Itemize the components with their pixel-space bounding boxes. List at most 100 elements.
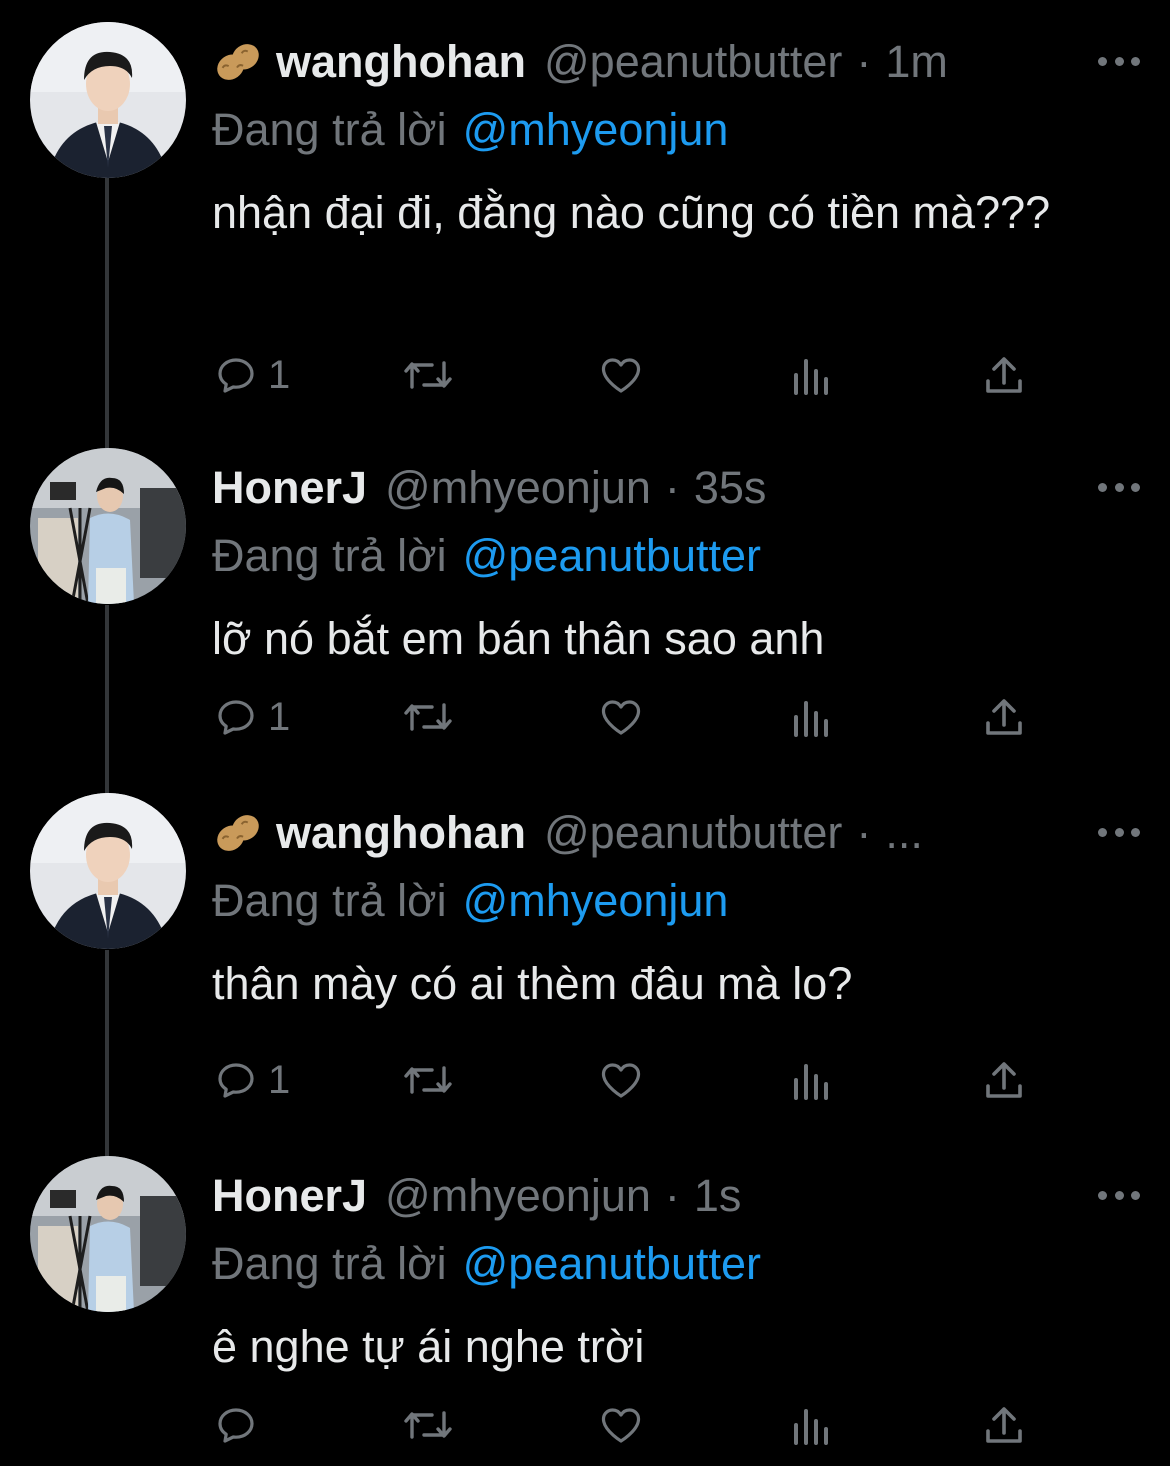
views-icon [794, 701, 828, 737]
user-handle[interactable]: @mhyeonjun [385, 458, 651, 518]
avatar[interactable] [30, 448, 186, 604]
reply-icon [218, 700, 254, 735]
reply-count: 1 [268, 694, 291, 739]
retweet-button[interactable] [400, 1400, 456, 1450]
share-icon [986, 699, 1022, 735]
reply-count: 1 [268, 1057, 291, 1102]
heart-icon [601, 700, 641, 735]
tweet-header: HonerJ @mhyeonjun · 1s [212, 1166, 1070, 1226]
reply-icon [218, 358, 254, 393]
replying-label: Đang trả lời [212, 1238, 447, 1289]
share-icon [986, 357, 1022, 393]
more-icon[interactable] [1098, 472, 1140, 502]
share-button[interactable] [982, 1055, 1026, 1105]
camera-avatar-image [30, 448, 186, 604]
avatar[interactable] [30, 22, 186, 178]
views-icon [794, 359, 828, 395]
replying-label: Đang trả lời [212, 104, 447, 155]
replying-to: Đang trả lời @mhyeonjun [212, 871, 728, 931]
timestamp[interactable]: ... [885, 803, 923, 863]
user-handle[interactable]: @peanutbutter [544, 32, 842, 92]
heart-icon [601, 1408, 641, 1443]
peanut-emoji-icon [212, 38, 264, 86]
timestamp[interactable]: 1s [694, 1166, 742, 1226]
more-icon[interactable] [1098, 1180, 1140, 1210]
avatar[interactable] [30, 793, 186, 949]
tweet-text: lỡ nó bắt em bán thân sao anh [212, 613, 825, 664]
views-button[interactable] [790, 1055, 834, 1105]
action-bar [212, 1400, 1042, 1450]
separator-dot: · [664, 462, 680, 513]
retweet-button[interactable] [400, 350, 456, 400]
more-icon[interactable] [1098, 46, 1140, 76]
reply-button[interactable] [212, 1400, 268, 1450]
timestamp[interactable]: 1m [885, 32, 948, 92]
tweet-header: wanghohan @peanutbutter · 1m [212, 32, 1070, 92]
views-button[interactable] [790, 350, 834, 400]
more-icon[interactable] [1098, 817, 1140, 847]
like-button[interactable] [596, 1055, 646, 1105]
reply-icon [218, 1408, 254, 1443]
retweet-icon [404, 703, 452, 731]
mention-link[interactable]: @mhyeonjun [463, 875, 729, 926]
timestamp[interactable]: 35s [694, 458, 767, 518]
share-button[interactable] [982, 692, 1026, 742]
share-icon [986, 1407, 1022, 1443]
tweet[interactable]: HonerJ @mhyeonjun · 1s Đang trả lời @pean… [0, 1156, 1170, 1466]
tweet[interactable]: wanghohan @peanutbutter · 1m Đang trả lờ… [0, 22, 1170, 412]
reply-button[interactable]: 1 [212, 692, 290, 742]
views-button[interactable] [790, 692, 834, 742]
separator-dot: · [856, 807, 872, 858]
peanut-emoji-icon [212, 809, 264, 857]
mention-link[interactable]: @mhyeonjun [463, 104, 729, 155]
reply-icon [218, 1063, 254, 1098]
retweet-button[interactable] [400, 692, 456, 742]
views-icon [794, 1064, 828, 1100]
user-handle[interactable]: @mhyeonjun [385, 1166, 651, 1226]
share-icon [986, 1062, 1022, 1098]
tweet-text: nhận đại đi, đằng nào cũng có tiền mà??? [212, 187, 1051, 238]
action-bar: 1 [212, 692, 1042, 742]
reply-button[interactable]: 1 [212, 1055, 290, 1105]
like-button[interactable] [596, 1400, 646, 1450]
display-name[interactable]: wanghohan [276, 32, 526, 92]
heart-icon [601, 358, 641, 393]
separator-dot: · [856, 36, 872, 87]
share-button[interactable] [982, 1400, 1026, 1450]
retweet-button[interactable] [400, 1055, 456, 1105]
tweet[interactable]: HonerJ @mhyeonjun · 35s Đang trả lời @pea… [0, 448, 1170, 778]
action-bar: 1 [212, 1055, 1042, 1105]
heart-icon [601, 1063, 641, 1098]
retweet-icon [404, 1411, 452, 1439]
mention-link[interactable]: @peanutbutter [463, 530, 761, 581]
retweet-icon [404, 361, 452, 389]
tweet[interactable]: wanghohan @peanutbutter · ... Đang trả l… [0, 793, 1170, 1123]
action-bar: 1 [212, 350, 1042, 400]
camera-avatar-image [30, 1156, 186, 1312]
views-icon [794, 1409, 828, 1445]
views-button[interactable] [790, 1400, 834, 1450]
reply-count: 1 [268, 352, 291, 397]
tweet-text: ê nghe tự ái nghe trời [212, 1321, 645, 1372]
suit-avatar-image [30, 793, 186, 949]
tweet-header: HonerJ @mhyeonjun · 35s [212, 458, 1070, 518]
user-handle[interactable]: @peanutbutter [544, 803, 842, 863]
share-button[interactable] [982, 350, 1026, 400]
like-button[interactable] [596, 692, 646, 742]
tweet-text: thân mày có ai thèm đâu mà lo? [212, 958, 853, 1009]
reply-button[interactable]: 1 [212, 350, 290, 400]
suit-avatar-image [30, 22, 186, 178]
display-name[interactable]: HonerJ [212, 458, 367, 518]
replying-to: Đang trả lời @peanutbutter [212, 1234, 761, 1294]
replying-label: Đang trả lời [212, 530, 447, 581]
tweet-header: wanghohan @peanutbutter · ... [212, 803, 1070, 863]
replying-label: Đang trả lời [212, 875, 447, 926]
like-button[interactable] [596, 350, 646, 400]
replying-to: Đang trả lời @peanutbutter [212, 526, 761, 586]
separator-dot: · [664, 1170, 680, 1221]
replying-to: Đang trả lời @mhyeonjun [212, 100, 728, 160]
mention-link[interactable]: @peanutbutter [463, 1238, 761, 1289]
display-name[interactable]: wanghohan [276, 803, 526, 863]
avatar[interactable] [30, 1156, 186, 1312]
display-name[interactable]: HonerJ [212, 1166, 367, 1226]
